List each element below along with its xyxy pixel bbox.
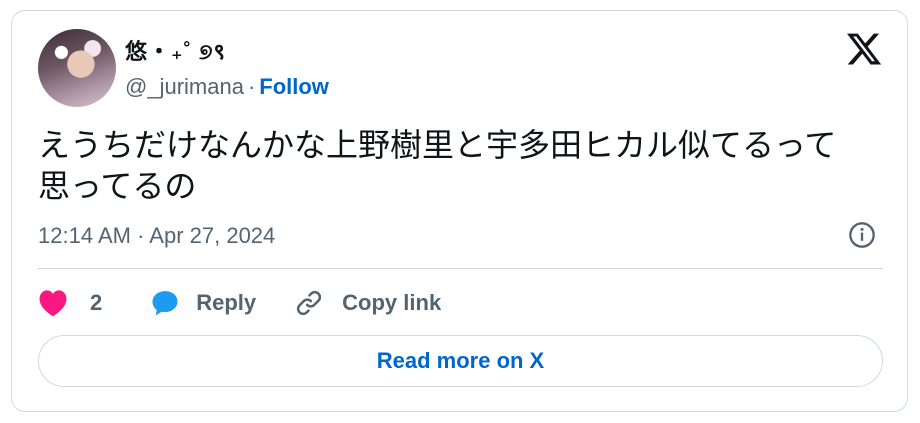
read-more-button[interactable]: Read more on X <box>38 335 883 387</box>
tweet-text-line-1: えうちだけなんかな上野樹里と宇多田ヒカル似てるって <box>38 126 837 164</box>
tweet-text: えうちだけなんかな上野樹里と宇多田ヒカル似てるって 思ってるの <box>38 125 878 207</box>
info-icon[interactable] <box>848 221 876 249</box>
reply-label: Reply <box>196 290 257 315</box>
copy-link-label: Copy link <box>342 290 442 315</box>
x-logo-icon[interactable] <box>845 30 883 68</box>
like-button[interactable]: 2 <box>38 289 102 317</box>
tweet-text-line-2: 思ってるの <box>38 167 197 205</box>
display-name[interactable]: 悠・₊˚ ୭९ <box>125 34 226 66</box>
timestamp[interactable]: 12:14 AM · Apr 27, 2024 <box>38 223 275 249</box>
heart-icon <box>39 290 67 317</box>
follow-button[interactable]: Follow <box>259 74 329 99</box>
reply-button[interactable]: Reply <box>150 288 256 318</box>
link-icon <box>297 290 322 316</box>
avatar[interactable] <box>38 29 116 107</box>
reply-bubble-icon <box>152 291 178 316</box>
meta-separator: · <box>247 74 256 99</box>
like-count: 2 <box>90 290 103 315</box>
divider <box>38 268 883 269</box>
copy-link-button[interactable]: Copy link <box>294 288 441 318</box>
user-handle[interactable]: @_jurimana <box>125 74 244 99</box>
user-meta: @_jurimana · Follow <box>125 74 329 100</box>
action-bar: 2 Reply Copy link <box>38 285 441 321</box>
